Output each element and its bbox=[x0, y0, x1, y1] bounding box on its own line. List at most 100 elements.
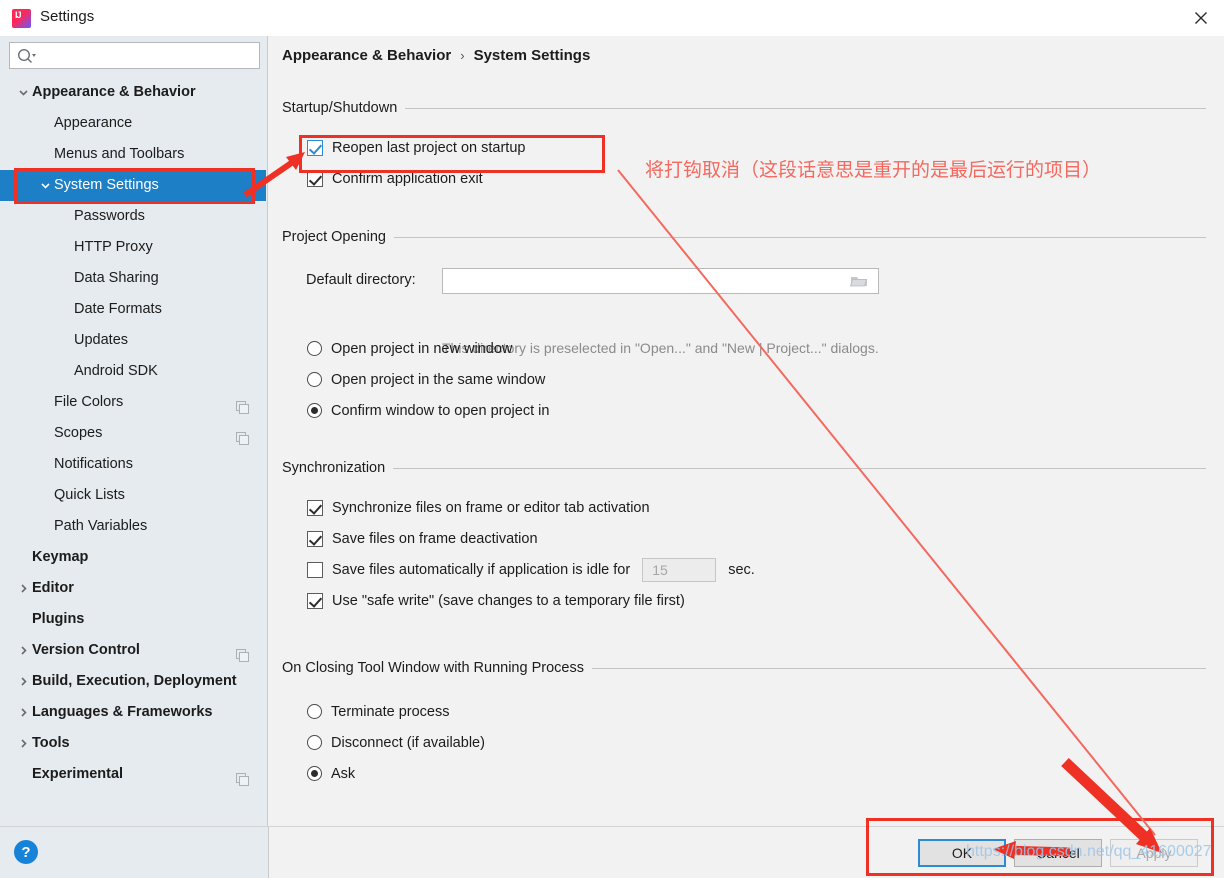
logo-text: IJ bbox=[15, 10, 21, 20]
search-input[interactable] bbox=[40, 43, 256, 68]
reopen-last-project-label: Reopen last project on startup bbox=[332, 139, 526, 156]
sidebar-item-label: Date Formats bbox=[74, 301, 162, 317]
ok-button[interactable]: OK bbox=[918, 839, 1006, 867]
breadcrumb-parent[interactable]: Appearance & Behavior bbox=[282, 47, 451, 64]
sidebar-item-quick-lists[interactable]: Quick Lists bbox=[0, 480, 266, 511]
default-directory-field[interactable] bbox=[442, 268, 879, 294]
closing-tool-window-radio-2[interactable] bbox=[307, 766, 322, 781]
checkbox-row-reopen-last-project[interactable]: Reopen last project on startup bbox=[269, 132, 1224, 163]
dialog-bottom-bar: ? OK Cancel Apply bbox=[0, 826, 1224, 878]
sync-option-checkbox-3[interactable] bbox=[307, 592, 323, 609]
project-opening-row-1[interactable]: Open project in the same window bbox=[269, 364, 1224, 395]
intellij-idea-logo-icon: IJ bbox=[12, 9, 31, 28]
sidebar-item-keymap[interactable]: Keymap bbox=[0, 542, 266, 573]
copy-settings-icon[interactable] bbox=[236, 395, 250, 414]
sidebar-item-label: Editor bbox=[32, 580, 74, 596]
folder-icon[interactable] bbox=[841, 270, 877, 292]
sync-option-checkbox-1[interactable] bbox=[307, 530, 323, 547]
project-opening-label-1: Open project in the same window bbox=[331, 371, 546, 388]
sidebar-item-plugins[interactable]: Plugins bbox=[0, 604, 266, 635]
confirm-application-exit-label: Confirm application exit bbox=[332, 170, 483, 187]
sidebar-item-label: Tools bbox=[32, 735, 70, 751]
project-opening-row-2[interactable]: Confirm window to open project in bbox=[269, 395, 1224, 426]
copy-settings-icon[interactable] bbox=[236, 426, 250, 445]
chevron-right-icon[interactable] bbox=[14, 635, 32, 666]
project-opening-row-0[interactable]: Open project in new window bbox=[269, 333, 1224, 364]
sidebar-item-label: Scopes bbox=[54, 425, 103, 441]
sidebar-item-data-sharing[interactable]: Data Sharing bbox=[0, 263, 266, 294]
default-directory-input[interactable] bbox=[448, 269, 842, 293]
closing-tool-window-row-1[interactable]: Disconnect (if available) bbox=[269, 727, 1224, 758]
section-project-opening: Project Opening Default directory: This … bbox=[269, 228, 1224, 419]
sidebar-item-editor[interactable]: Editor bbox=[0, 573, 266, 604]
chevron-right-icon[interactable] bbox=[14, 697, 32, 728]
close-icon[interactable] bbox=[1178, 0, 1224, 36]
confirm-application-exit-checkbox[interactable] bbox=[307, 170, 323, 187]
sidebar-item-tools[interactable]: Tools bbox=[0, 728, 266, 759]
closing-tool-window-row-0[interactable]: Terminate process bbox=[269, 696, 1224, 727]
sidebar-item-android-sdk[interactable]: Android SDK bbox=[0, 356, 266, 387]
sidebar-item-notifications[interactable]: Notifications bbox=[0, 449, 266, 480]
section-header: Synchronization bbox=[269, 459, 1224, 477]
sidebar-item-date-formats[interactable]: Date Formats bbox=[0, 294, 266, 325]
sidebar-item-updates[interactable]: Updates bbox=[0, 325, 266, 356]
settings-sidebar: Appearance & Behavior Appearance Menus and… bbox=[0, 36, 268, 826]
sidebar-item-passwords[interactable]: Passwords bbox=[0, 201, 266, 232]
chevron-right-icon[interactable] bbox=[14, 728, 32, 759]
chevron-down-icon[interactable] bbox=[14, 77, 32, 108]
closing-tool-window-row-2[interactable]: Ask bbox=[269, 758, 1224, 789]
settings-content-panel: Appearance & Behavior › System Settings … bbox=[269, 36, 1224, 826]
checkbox-row-confirm-application-exit[interactable]: Confirm application exit bbox=[269, 163, 1224, 194]
sync-option-row-1[interactable]: Save files on frame deactivation bbox=[269, 523, 1224, 554]
closing-tool-window-radio-1[interactable] bbox=[307, 735, 322, 750]
search-box[interactable] bbox=[9, 42, 260, 69]
sidebar-item-label: Quick Lists bbox=[54, 487, 125, 503]
section-on-closing-tool-window: On Closing Tool Window with Running Proc… bbox=[269, 659, 1224, 789]
sync-option-checkbox-2[interactable] bbox=[307, 561, 323, 578]
project-opening-radio-1[interactable] bbox=[307, 372, 322, 387]
search-icon bbox=[16, 47, 38, 65]
chevron-right-icon[interactable] bbox=[14, 573, 32, 604]
sidebar-item-scopes[interactable]: Scopes bbox=[0, 418, 266, 449]
chevron-down-icon[interactable] bbox=[36, 170, 54, 201]
sidebar-item-appearance-behavior[interactable]: Appearance & Behavior bbox=[0, 77, 266, 108]
sidebar-item-path-variables[interactable]: Path Variables bbox=[0, 511, 266, 542]
sidebar-item-experimental[interactable]: Experimental bbox=[0, 759, 266, 790]
chevron-right-icon[interactable] bbox=[14, 666, 32, 697]
reopen-last-project-checkbox[interactable] bbox=[307, 139, 323, 156]
copy-settings-icon[interactable] bbox=[236, 767, 250, 786]
project-opening-radio-0[interactable] bbox=[307, 341, 322, 356]
sync-option-label-1: Save files on frame deactivation bbox=[332, 530, 538, 547]
sync-option-row-2[interactable]: Save files automatically if application … bbox=[269, 554, 1224, 585]
synchronization-options: Synchronize files on frame or editor tab… bbox=[269, 492, 1224, 616]
sidebar-item-system-settings[interactable]: System Settings bbox=[0, 170, 266, 201]
cancel-button[interactable]: Cancel bbox=[1014, 839, 1102, 867]
help-icon[interactable]: ? bbox=[14, 840, 38, 864]
breadcrumb-separator-icon: › bbox=[460, 48, 465, 63]
sync-option-row-3[interactable]: Use "safe write" (save changes to a temp… bbox=[269, 585, 1224, 616]
sidebar-item-menus-and-toolbars[interactable]: Menus and Toolbars bbox=[0, 139, 266, 170]
sidebar-item-version-control[interactable]: Version Control bbox=[0, 635, 266, 666]
sync-option-checkbox-0[interactable] bbox=[307, 499, 323, 516]
sync-option-label-0: Synchronize files on frame or editor tab… bbox=[332, 499, 650, 516]
closing-tool-window-radio-0[interactable] bbox=[307, 704, 322, 719]
copy-settings-icon[interactable] bbox=[236, 643, 250, 662]
closing-tool-window-label-1: Disconnect (if available) bbox=[331, 734, 485, 751]
sidebar-item-languages-frameworks[interactable]: Languages & Frameworks bbox=[0, 697, 266, 728]
sidebar-item-file-colors[interactable]: File Colors bbox=[0, 387, 266, 418]
project-opening-radio-2[interactable] bbox=[307, 403, 322, 418]
closing-tool-window-label-2: Ask bbox=[331, 765, 356, 782]
sidebar-item-label: Data Sharing bbox=[74, 270, 159, 286]
sync-option-row-0[interactable]: Synchronize files on frame or editor tab… bbox=[269, 492, 1224, 523]
sidebar-item-http-proxy[interactable]: HTTP Proxy bbox=[0, 232, 266, 263]
sidebar-item-build-execution-deployment[interactable]: Build, Execution, Deployment bbox=[0, 666, 266, 697]
sidebar-item-appearance[interactable]: Appearance bbox=[0, 108, 266, 139]
section-divider bbox=[591, 667, 1206, 669]
